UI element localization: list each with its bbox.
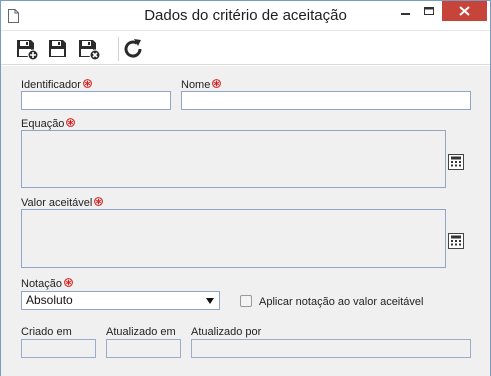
identificador-label-text: Identificador bbox=[21, 79, 81, 91]
equacao-label-text: Equação bbox=[21, 118, 65, 130]
atualizado-em-field bbox=[106, 339, 181, 358]
minimize-icon bbox=[401, 13, 410, 15]
identificador-input[interactable] bbox=[21, 91, 171, 110]
save-new-button[interactable] bbox=[15, 37, 39, 61]
notacao-label-text: Notação bbox=[21, 278, 62, 290]
maximize-icon bbox=[424, 7, 434, 15]
toolbar bbox=[1, 32, 490, 65]
window-title: Dados do critério de aceitação bbox=[144, 7, 347, 24]
notacao-select[interactable]: Absoluto bbox=[21, 291, 220, 310]
aplicar-notacao-label: Aplicar notação ao valor aceitável bbox=[259, 296, 424, 308]
save-close-button[interactable] bbox=[77, 37, 101, 61]
required-icon bbox=[83, 79, 92, 88]
minimize-button[interactable] bbox=[398, 1, 414, 21]
criado-em-field bbox=[21, 339, 96, 358]
identificador-label: Identificador bbox=[21, 79, 92, 91]
required-icon bbox=[94, 197, 104, 206]
toolbar-separator bbox=[118, 37, 119, 61]
required-icon bbox=[66, 118, 76, 127]
nome-input[interactable] bbox=[181, 91, 471, 110]
required-icon bbox=[212, 79, 222, 88]
refresh-button[interactable] bbox=[122, 37, 146, 61]
valor-aceitavel-textarea[interactable] bbox=[21, 209, 446, 268]
form-area: Identificador Nome Equação Valor aceitáv… bbox=[1, 66, 490, 376]
close-button[interactable] bbox=[442, 1, 487, 21]
valor-aceitavel-label-text: Valor aceitável bbox=[21, 197, 93, 209]
equacao-label: Equação bbox=[21, 118, 76, 130]
aplicar-notacao-checkbox[interactable] bbox=[240, 295, 252, 307]
atualizado-em-label: Atualizado em bbox=[106, 326, 176, 338]
refresh-icon bbox=[124, 39, 142, 58]
save-close-icon bbox=[79, 40, 101, 61]
equacao-textarea[interactable] bbox=[21, 130, 446, 188]
dropdown-arrow-icon bbox=[206, 298, 214, 304]
nome-label: Nome bbox=[181, 79, 222, 91]
calculator-icon[interactable] bbox=[447, 153, 465, 171]
maximize-button[interactable] bbox=[419, 1, 439, 21]
notacao-label: Notação bbox=[21, 278, 73, 290]
save-icon bbox=[49, 40, 66, 57]
atualizado-por-field bbox=[191, 339, 471, 358]
atualizado-por-label: Atualizado por bbox=[191, 326, 262, 338]
close-icon bbox=[459, 6, 470, 16]
save-plus-icon bbox=[17, 40, 39, 61]
criado-em-label: Criado em bbox=[21, 326, 72, 338]
calculator-icon[interactable] bbox=[447, 232, 465, 250]
dialog-window: Dados do critério de aceitação Identific… bbox=[0, 0, 491, 376]
save-button[interactable] bbox=[46, 37, 70, 61]
title-bar[interactable]: Dados do critério de aceitação bbox=[1, 1, 490, 31]
required-icon bbox=[64, 278, 73, 287]
valor-aceitavel-label: Valor aceitável bbox=[21, 197, 104, 209]
nome-label-text: Nome bbox=[181, 79, 211, 91]
notacao-selected-value: Absoluto bbox=[26, 293, 73, 307]
